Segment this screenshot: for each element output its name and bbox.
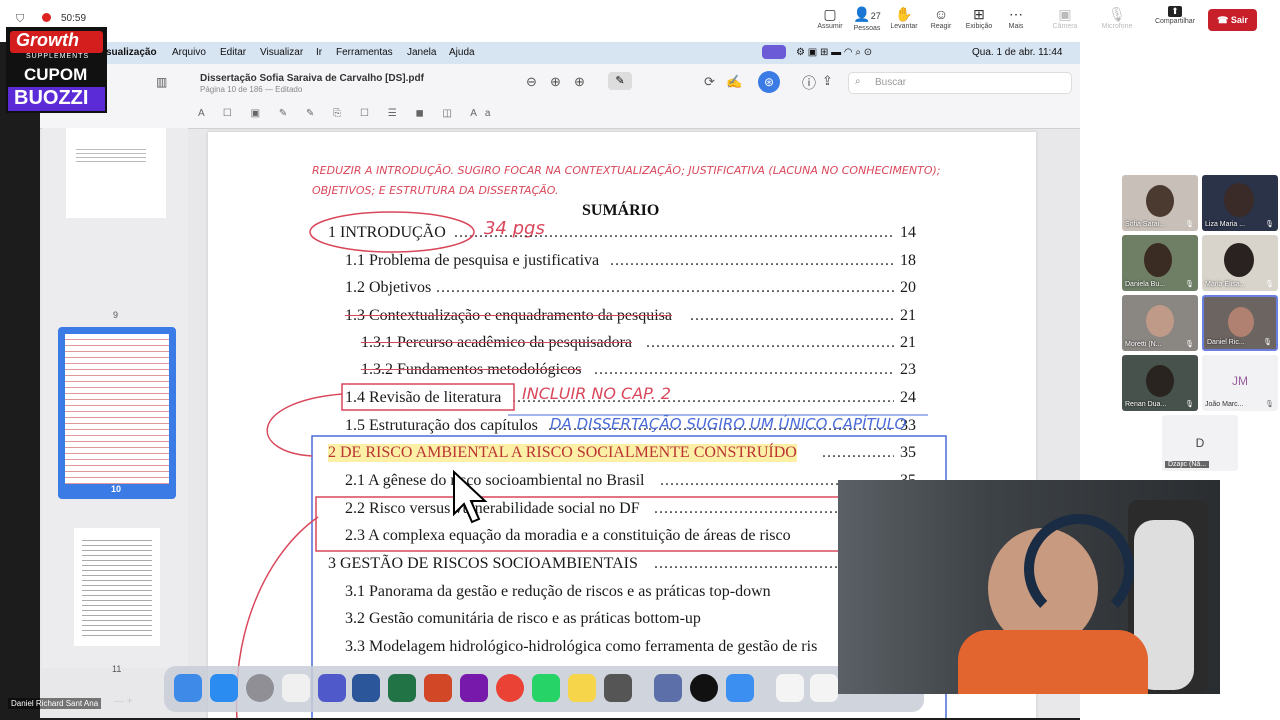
camera-off-icon: ▣ [1058,6,1072,22]
rotate-icon[interactable]: ⟳ [704,74,715,90]
participant-tile[interactable]: Renan Dua... 🎙 [1122,355,1198,411]
document-subtitle: Página 10 de 186 — Editado [200,85,303,94]
search-icon: ⌕ [855,76,861,87]
share-button[interactable]: ⬆ Compartilhar [1148,6,1202,25]
annotation-tools[interactable]: A ☐ ▣ ✎ ✎ ⎘ ☐ ☰ ◼ ◫ Aa [198,108,498,119]
settings-icon[interactable] [246,674,274,702]
sign-icon[interactable]: ✍ [726,74,742,90]
mail-icon[interactable] [726,674,754,702]
brand-logo: Growth SUPPLEMENTS CUPOM BUOZZI [6,27,107,113]
more-button[interactable]: ⋯ Mais [994,6,1038,30]
mac-dock [164,666,924,712]
share-doc-icon[interactable]: ⇪ [822,73,833,89]
whatsapp-icon[interactable] [532,674,560,702]
annotation-include: INCLUIR NO CAP. 2 [522,384,671,403]
thumbnail-label: 11 [112,664,122,674]
meeting-toolbar: ⛉ 50:59 ▢ Assumir 👤27 Pessoas ✋ Levantar ☺ R… [0,0,1280,42]
finder-doc-icon[interactable] [654,674,682,702]
powerpoint-icon[interactable] [424,674,452,702]
status-icons: ⚙ ▣ ⊞ ▬ ◠ ⌕ ⊙ [796,47,873,58]
clock: Qua. 1 de abr. 11:44 [972,47,1063,58]
self-name-bar: Daniel Richard Sant Ana — + [0,694,160,714]
info-icon[interactable]: ⓘ [802,73,816,93]
menu-item[interactable]: Editar [220,47,246,58]
participant-tile[interactable]: Maria Elisa... 🎙 [1202,235,1278,291]
participant-tile[interactable]: JM João Marc... 🎙 [1202,355,1278,411]
zoom-out-icon[interactable]: ⊖ [526,74,537,90]
participant-tile[interactable]: Daniel Ric... 🎙 [1202,295,1278,351]
preview-toolbar: ▥ Dissertação Sofia Saraiva de Carvalho … [40,64,1080,129]
self-video [838,480,1220,694]
participant-tile[interactable]: Daniela Bu... 🎙 [1122,235,1198,291]
camera-button[interactable]: ▣ Câmera [1043,6,1087,30]
menu-item[interactable]: Visualizar [260,47,303,58]
page-thumbnail-selected[interactable]: 10 [58,327,176,499]
cursor-icon [453,470,488,524]
notes-icon[interactable] [568,674,596,702]
participant-tile[interactable]: Sofia Sarai... 🎙 [1122,175,1198,231]
mic-icon: 🎙 [1265,281,1274,288]
highlight-icon[interactable]: ⊛ [758,71,780,93]
onenote-icon[interactable] [460,674,488,702]
menu-item[interactable]: Janela [407,47,436,58]
launchpad-icon[interactable] [282,674,310,702]
shield-icon: ⛉ [16,13,25,25]
mic-icon: 🎙 [1185,281,1194,288]
avatar: D [1195,436,1205,450]
spotify-icon[interactable] [690,674,718,702]
document-icon[interactable] [810,674,838,702]
phone-icon: ☎ [1217,15,1231,25]
microphone-button[interactable]: 🎙 Microfone [1095,6,1139,30]
menu-item[interactable]: Arquivo [172,47,206,58]
mic-icon: 🎙 [1185,401,1194,408]
calculator-icon[interactable] [604,674,632,702]
menu-item[interactable]: Ajuda [449,47,475,58]
finder-icon[interactable] [174,674,202,702]
status-icons [762,45,786,59]
annotation-suggestion: DA DISSERTAÇÃO SUGIRO UM ÚNICO CAPÍTULO [550,415,907,433]
mic-off-icon: 🎙 [1108,6,1126,22]
sidebar-toggle-icon[interactable]: ▥ [156,75,167,89]
chrome-icon[interactable] [496,674,524,702]
avatar: JM [1232,374,1248,388]
menu-item[interactable]: Ferramentas [336,47,393,58]
search-input[interactable]: ⌕ Buscar [848,72,1072,94]
participant-tile[interactable]: D Dzajic (Nã... [1162,415,1238,471]
thumbnail-label: 9 [113,310,119,320]
more-icon: ⋯ [1009,6,1023,22]
page-thumbnail[interactable] [66,128,166,218]
participant-tile[interactable]: Liza Maria ... 🎙 [1202,175,1278,231]
mic-icon: 🎙 [1185,341,1194,348]
word-icon[interactable] [352,674,380,702]
mic-icon: 🎙 [1265,221,1274,228]
zoom-in-icon[interactable]: ⊕ [550,74,561,90]
mac-menubar: sualização Arquivo Editar Visualizar Ir … [40,42,1080,64]
share-icon: ⬆ [1168,6,1182,17]
participant-tile[interactable]: Moretti (N... 🎙 [1122,295,1198,351]
markup-icon[interactable]: ✎ [608,72,632,90]
more-icon[interactable]: — + [114,696,133,707]
mic-icon: 🎙 [1263,339,1272,346]
teams-icon[interactable] [318,674,346,702]
menu-item[interactable]: Ir [316,47,322,58]
thumbnail-sidebar: 9 10 11 [42,128,188,674]
leave-button[interactable]: ☎ Sair [1208,9,1257,31]
mic-icon: 🎙 [1185,221,1194,228]
meeting-timer: 50:59 [61,13,87,24]
document-title: Dissertação Sofia Saraiva de Carvalho [D… [200,73,424,84]
mic-icon: 🎙 [1265,401,1274,408]
record-icon [42,13,51,22]
document-icon[interactable] [776,674,804,702]
menu-item[interactable]: sualização [106,47,157,58]
excel-icon[interactable] [388,674,416,702]
page-thumbnail[interactable] [74,528,160,646]
appstore-icon[interactable] [210,674,238,702]
search-doc-icon[interactable]: ⊕ [574,74,585,90]
